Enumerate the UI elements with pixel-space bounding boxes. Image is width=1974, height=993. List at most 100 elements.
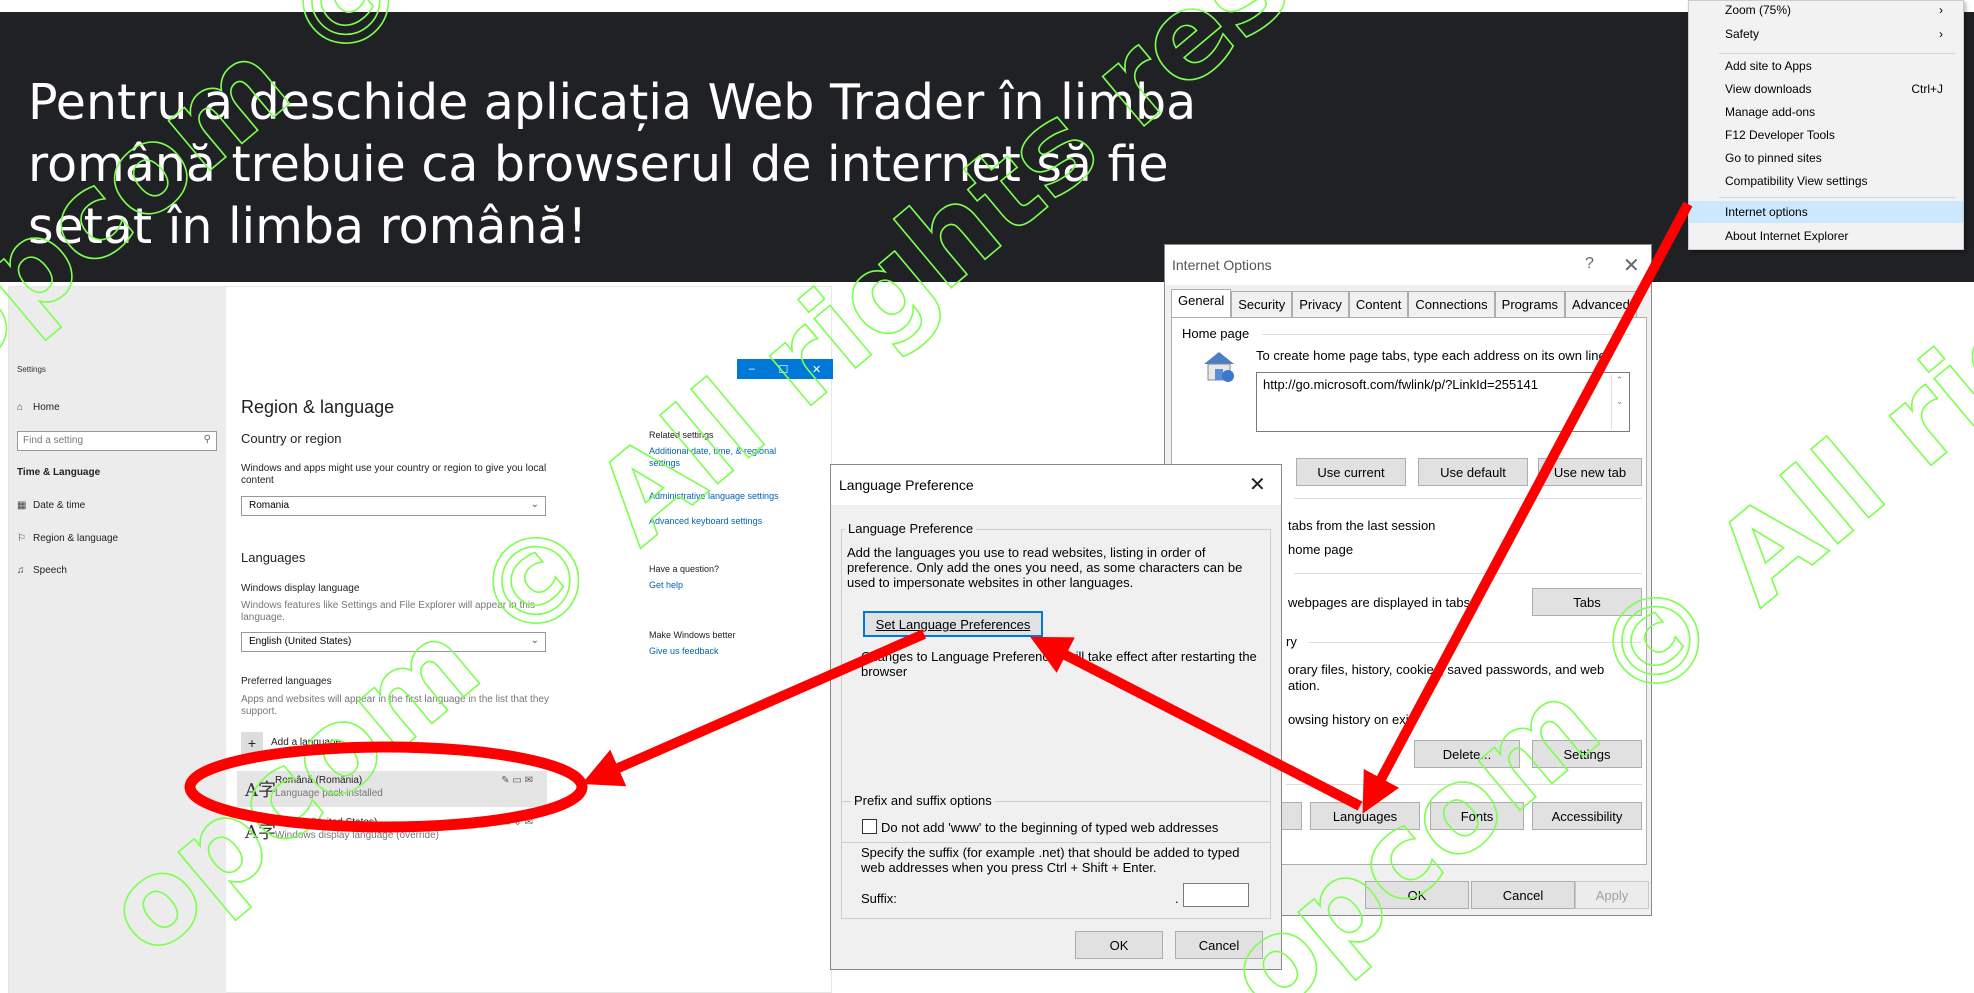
menu-item-zoom[interactable]: Zoom (75%) › <box>1689 1 1963 19</box>
feedback-link[interactable]: Give us feedback <box>649 645 719 657</box>
tab-content[interactable]: Content <box>1348 291 1409 317</box>
fonts-button[interactable]: Fonts <box>1430 802 1524 830</box>
cancel-button[interactable]: Cancel <box>1175 931 1263 959</box>
menu-item-addons[interactable]: Manage add-ons <box>1689 101 1963 123</box>
suffix-label: Suffix: <box>861 891 897 906</box>
microphone-icon: ♫ <box>17 565 25 576</box>
group-divider <box>1262 334 1630 335</box>
help-button[interactable]: ? <box>1585 255 1594 273</box>
settings-window-title: Settings <box>17 365 46 374</box>
use-default-button[interactable]: Use default <box>1418 458 1528 486</box>
tab-security[interactable]: Security <box>1231 291 1293 317</box>
home-page-url-input[interactable]: http://go.microsoft.com/fwlink/p/?LinkId… <box>1256 372 1630 432</box>
display-language-dropdown[interactable]: English (United States) ⌄ <box>241 632 546 652</box>
preferred-languages-description: Apps and websites will appear in the fir… <box>241 694 549 717</box>
tab-privacy[interactable]: Privacy <box>1292 291 1349 317</box>
maximize-button[interactable]: ☐ <box>779 363 789 376</box>
home-page-description: To create home page tabs, type each addr… <box>1256 348 1610 363</box>
plus-icon: + <box>241 732 263 754</box>
language-glyph-icon: A字 <box>245 780 276 801</box>
tab-general[interactable]: General <box>1171 289 1232 317</box>
group-label: Prefix and suffix options <box>851 793 995 808</box>
related-settings-heading: Related settings <box>649 430 714 440</box>
group-label: Language Preference <box>845 521 977 536</box>
make-windows-better-heading: Make Windows better <box>649 630 736 640</box>
history-description-2: ation. <box>1288 678 1320 693</box>
delete-button[interactable]: Delete... <box>1414 740 1520 768</box>
menu-item-add-site[interactable]: Add site to Apps <box>1689 55 1963 77</box>
display-language-description: Windows features like Settings and File … <box>241 600 536 623</box>
headline-line-2: română trebuie ca browserul de internet … <box>28 136 1169 193</box>
get-help-link[interactable]: Get help <box>649 579 683 591</box>
menu-item-about-ie[interactable]: About Internet Explorer <box>1689 225 1963 247</box>
history-description-1: orary files, history, cookies, saved pas… <box>1288 662 1605 677</box>
language-preference-dialog: Language Preference ✕ Language Preferenc… <box>830 464 1282 970</box>
www-checkbox-label: Do not add 'www' to the beginning of typ… <box>881 820 1219 835</box>
region-icon: ⚐ <box>17 533 26 544</box>
search-input[interactable]: Find a setting ⚲ <box>17 431 217 451</box>
home-icon: ⌂ <box>17 402 24 413</box>
group-divider <box>1308 642 1642 643</box>
menu-item-pinned-sites[interactable]: Go to pinned sites <box>1689 147 1963 169</box>
sidebar-section-title: Time & Language <box>17 467 101 478</box>
close-icon[interactable]: ✕ <box>1249 472 1266 497</box>
tab-connections[interactable]: Connections <box>1408 291 1495 317</box>
sidebar-item-region-language[interactable]: ⚐ Region & language <box>17 533 118 544</box>
sidebar-item-date-time[interactable]: ▦ Date & time <box>17 500 85 511</box>
browsing-history-label: ry <box>1286 634 1297 649</box>
link-additional-settings[interactable]: Additional date, time, & regional settin… <box>649 445 809 469</box>
search-icon: ⚲ <box>203 434 211 445</box>
use-current-button[interactable]: Use current <box>1296 458 1406 486</box>
group-divider <box>1294 573 1642 574</box>
cancel-button[interactable]: Cancel <box>1471 881 1575 909</box>
add-language-button[interactable]: + Add a language <box>241 732 511 756</box>
minimize-button[interactable]: – <box>749 363 755 375</box>
ie-tools-menu: Zoom (75%) › Safety › Add site to Apps Vie… <box>1688 0 1964 250</box>
menu-separator <box>1719 53 1955 54</box>
suffix-dot: . <box>1175 891 1179 906</box>
tab-strip: General Security Privacy Content Connect… <box>1171 289 1649 317</box>
tab-advanced[interactable]: Advanced <box>1565 291 1637 317</box>
www-checkbox[interactable] <box>862 819 877 834</box>
ok-button[interactable]: OK <box>1365 881 1469 909</box>
language-glyph-icon: A字 <box>245 822 276 843</box>
language-feature-icons: ✎ ▭ ⇩ ✉ <box>490 817 533 828</box>
use-new-tab-button[interactable]: Use new tab <box>1538 458 1642 486</box>
dialog-title: Language Preference <box>839 477 974 493</box>
delete-history-on-exit-text: owsing history on exit <box>1288 712 1413 727</box>
sidebar-item-speech[interactable]: ♫ Speech <box>17 565 67 576</box>
language-item-english[interactable]: A字 English (United States) Windows displ… <box>237 813 547 849</box>
accessibility-button[interactable]: Accessibility <box>1532 802 1642 830</box>
suffix-input[interactable] <box>1183 883 1249 907</box>
display-language-label: Windows display language <box>241 583 360 594</box>
history-settings-button[interactable]: Settings <box>1532 740 1642 768</box>
menu-item-f12[interactable]: F12 Developer Tools <box>1689 124 1963 146</box>
apply-button[interactable]: Apply <box>1575 881 1649 909</box>
link-administrative-language[interactable]: Administrative language settings <box>649 490 809 502</box>
menu-separator <box>1719 197 1955 198</box>
startup-home-text: home page <box>1288 542 1354 557</box>
menu-item-downloads[interactable]: View downloads Ctrl+J <box>1689 78 1963 100</box>
set-language-preferences-button[interactable]: Set Language Preferences <box>863 611 1043 637</box>
menu-item-internet-options[interactable]: Internet options <box>1689 201 1963 223</box>
link-advanced-keyboard[interactable]: Advanced keyboard settings <box>649 515 809 527</box>
menu-item-compatibility[interactable]: Compatibility View settings <box>1689 170 1963 192</box>
calendar-icon: ▦ <box>17 500 27 511</box>
sidebar-item-home[interactable]: ⌂ Home <box>17 402 60 413</box>
country-heading: Country or region <box>241 431 342 446</box>
close-button[interactable]: ✕ <box>1623 253 1640 278</box>
startup-last-session-text: tabs from the last session <box>1288 518 1436 533</box>
group-divider <box>1294 498 1642 499</box>
ok-button[interactable]: OK <box>1075 931 1163 959</box>
tabs-button[interactable]: Tabs <box>1532 588 1642 616</box>
tab-programs[interactable]: Programs <box>1494 291 1566 317</box>
chevron-down-icon: ⌄ <box>530 635 539 646</box>
close-button[interactable]: ✕ <box>812 363 821 376</box>
country-dropdown[interactable]: Romania ⌄ <box>241 496 546 516</box>
page-title: Region & language <box>241 397 395 417</box>
url-scrollbar[interactable]: ⌃ ⌄ <box>1611 375 1627 429</box>
menu-item-safety[interactable]: Safety › <box>1689 23 1963 45</box>
languages-button[interactable]: Languages <box>1310 802 1420 830</box>
language-item-romana[interactable]: A字 Română (România) Language pack instal… <box>237 771 547 807</box>
chevron-down-icon: ⌄ <box>530 499 539 510</box>
